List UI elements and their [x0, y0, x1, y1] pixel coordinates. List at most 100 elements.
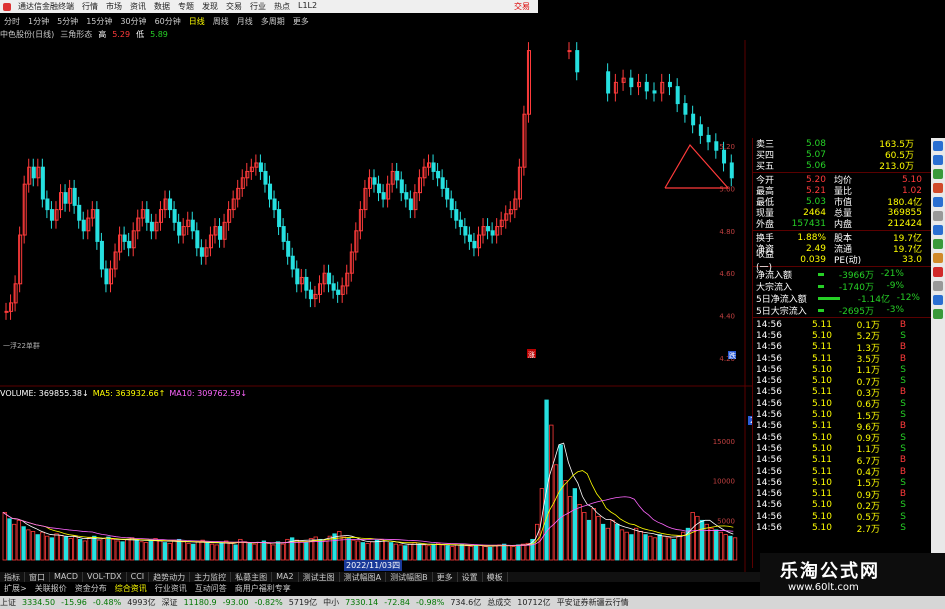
menu-item-6[interactable]: 交易: [222, 1, 246, 12]
tick-price: 5.11: [811, 319, 832, 330]
list-icon[interactable]: [933, 225, 943, 235]
trade-link[interactable]: 交易: [514, 1, 538, 12]
volume-bar: [186, 542, 191, 561]
low-value: 5.89: [150, 30, 168, 39]
info-tab-3[interactable]: 综合资讯: [111, 583, 151, 593]
zoom-in-icon[interactable]: [933, 141, 943, 151]
flow-pct: -21%: [880, 269, 904, 279]
refresh-icon[interactable]: [933, 169, 943, 179]
indicator-tab-14[interactable]: 模板: [483, 572, 508, 582]
info-icon[interactable]: [933, 239, 943, 249]
volume-bar: [63, 536, 69, 561]
stat-value: 1.02: [901, 185, 922, 196]
info-tab-1[interactable]: 关联报价: [31, 583, 71, 593]
indicator-tab-8[interactable]: MA2: [272, 572, 299, 582]
period-tab-4[interactable]: 30分钟: [116, 16, 150, 27]
zoom-out-icon[interactable]: [933, 155, 943, 165]
info-tab-5[interactable]: 互动问答: [191, 583, 231, 593]
volume-bar: [139, 541, 144, 561]
volume-bar: [502, 543, 507, 561]
volume-bar: [384, 540, 389, 561]
indicator-tab-11[interactable]: 测试幅图B: [386, 572, 433, 582]
indicator-tab-6[interactable]: 主力监控: [190, 572, 232, 582]
candle-body: [36, 166, 41, 179]
volume-bar: [454, 544, 460, 561]
volume-bar: [45, 535, 50, 561]
period-tab-5[interactable]: 60分钟: [151, 16, 185, 27]
candle-body: [208, 234, 213, 249]
tick-side: B: [899, 342, 906, 353]
indicator-tab-0[interactable]: 指标: [0, 572, 25, 582]
indicator-tab-3[interactable]: VOL-TDX: [83, 572, 127, 582]
volume-bar: [412, 542, 417, 561]
volume-bar: [478, 544, 483, 561]
candle-body: [606, 71, 611, 94]
menu-item-2[interactable]: 资讯: [126, 1, 150, 12]
status-item: 10712亿: [517, 598, 551, 607]
status-item: 上证: [0, 598, 16, 607]
info-tab-4[interactable]: 行业资讯: [151, 583, 191, 593]
period-tab-7[interactable]: 周线: [209, 16, 233, 27]
menu-item-5[interactable]: 发现: [198, 1, 222, 12]
indicator-tab-12[interactable]: 更多: [433, 572, 458, 582]
info-tab-0[interactable]: 扩展>: [0, 583, 31, 593]
period-tab-8[interactable]: 月线: [233, 16, 257, 27]
period-tab-9[interactable]: 多周期: [257, 16, 289, 27]
grid-icon[interactable]: [933, 295, 943, 305]
period-tab-3[interactable]: 15分钟: [82, 16, 116, 27]
indicator-tab-5[interactable]: 趋势动力: [149, 572, 191, 582]
info-tab-2[interactable]: 资金分布: [71, 583, 111, 593]
period-tab-0[interactable]: 分时: [0, 16, 24, 27]
menu-item-0[interactable]: 行情: [78, 1, 102, 12]
menu-item-1[interactable]: 市场: [102, 1, 126, 12]
chart-icon[interactable]: [933, 197, 943, 207]
search-icon[interactable]: [933, 211, 943, 221]
candle-body: [31, 166, 36, 179]
candle-body: [458, 219, 463, 228]
indicator-tab-1[interactable]: 窗口: [25, 572, 50, 582]
lock-icon[interactable]: [933, 281, 943, 291]
indicator-tab-7[interactable]: 私募主图: [231, 572, 273, 582]
arrow-icon[interactable]: [933, 253, 943, 263]
indicator-tab-2[interactable]: MACD: [50, 572, 83, 582]
period-tab-10[interactable]: 更多: [289, 16, 313, 27]
candle-body: [513, 198, 518, 211]
ask-label: 买五: [756, 162, 775, 172]
volume-bar: [459, 543, 464, 561]
kline-chart[interactable]: 5.205.004.804.604.404.20涨 跌一浮22单群15000100…: [0, 40, 752, 572]
candle-body: [490, 230, 495, 236]
period-tab-6[interactable]: 日线: [185, 16, 209, 27]
flag-icon[interactable]: [933, 267, 943, 277]
period-tab-1[interactable]: 1分钟: [24, 16, 53, 27]
menu-item-3[interactable]: 数据: [150, 1, 174, 12]
help-icon[interactable]: [933, 309, 943, 319]
tick-price: 5.10: [811, 330, 832, 341]
settings-icon[interactable]: [933, 183, 943, 193]
stat-row: 外盘 157431 内盘 212424: [753, 218, 931, 231]
indicator-tab-9[interactable]: 测试主图: [299, 572, 340, 582]
candle-body: [331, 283, 336, 291]
flow-label: 5日大宗流入: [756, 306, 807, 317]
menu-item-4[interactable]: 专题: [174, 1, 198, 12]
candle-body: [317, 283, 323, 295]
info-tab-6[interactable]: 商用户福利专享: [231, 583, 295, 593]
indicator-tab-10[interactable]: 测试幅图A: [340, 572, 387, 582]
candle-body: [40, 166, 45, 200]
candle-body: [213, 226, 218, 236]
tick-time: 14:56: [756, 330, 782, 341]
indicator-tab-13[interactable]: 设置: [458, 572, 483, 582]
candle-body: [13, 283, 18, 304]
volume-bar: [172, 540, 177, 561]
candle-body: [90, 209, 95, 219]
menu-item-8[interactable]: 热点: [270, 1, 294, 12]
candle-body: [431, 162, 436, 172]
indicator-tab-4[interactable]: CCI: [127, 572, 150, 582]
period-tab-2[interactable]: 5分钟: [53, 16, 82, 27]
flow-row: 净流入额 -3966万 -21%: [753, 268, 931, 281]
volume-bar: [671, 538, 676, 561]
tick-price: 5.10: [811, 500, 832, 511]
menu-item-9[interactable]: L1L2: [294, 1, 321, 12]
menu-item-7[interactable]: 行业: [246, 1, 270, 12]
volume-bar: [148, 539, 153, 561]
tick-price: 5.11: [811, 455, 832, 466]
